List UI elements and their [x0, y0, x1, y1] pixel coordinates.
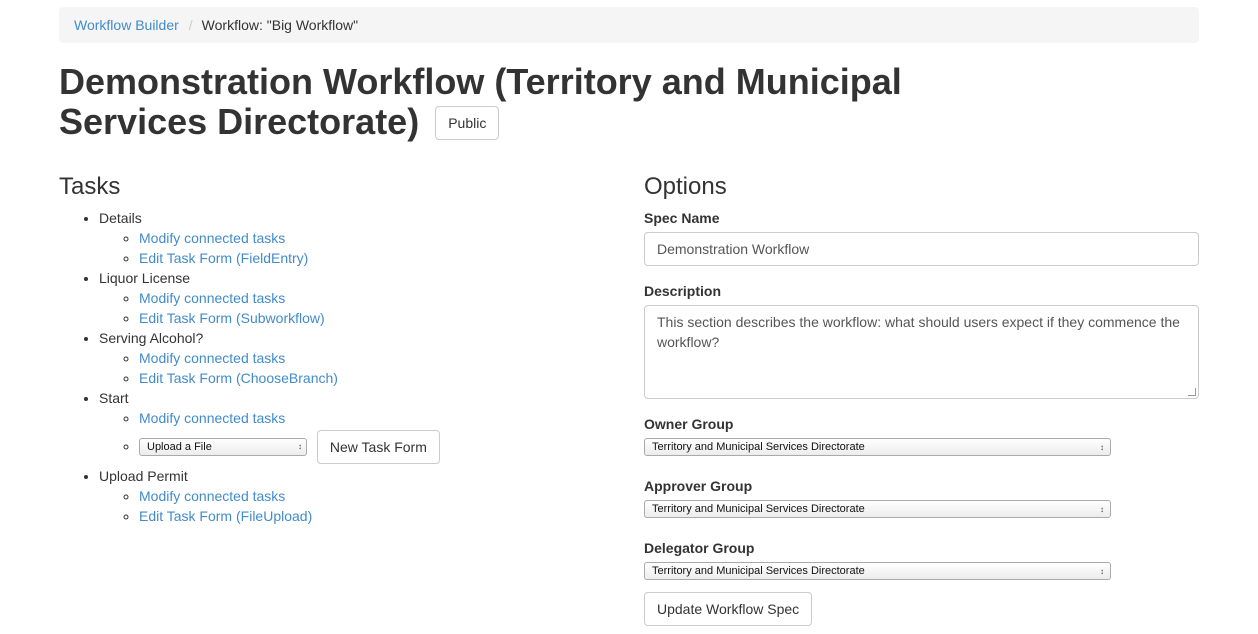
modify-connected-tasks-link[interactable]: Modify connected tasks — [139, 488, 285, 504]
approver-group-select[interactable]: Territory and Municipal Services Directo… — [644, 500, 1111, 518]
page-title: Demonstration Workflow (Territory and Mu… — [59, 62, 1059, 142]
updown-arrows-icon: ↕ — [298, 442, 302, 451]
updown-arrows-icon: ↕ — [1100, 504, 1104, 514]
approver-group-label: Approver Group — [644, 478, 753, 494]
edit-task-form-link[interactable]: Edit Task Form (ChooseBranch) — [139, 370, 338, 386]
breadcrumb-workflow-builder-link[interactable]: Workflow Builder — [74, 17, 179, 33]
edit-task-form-link[interactable]: Edit Task Form (Subworkflow) — [139, 310, 325, 326]
update-workflow-spec-button[interactable]: Update Workflow Spec — [644, 592, 813, 626]
task-name: Details — [99, 210, 142, 226]
task-name: Upload Permit — [99, 468, 188, 484]
modify-connected-tasks-link[interactable]: Modify connected tasks — [139, 410, 285, 426]
modify-connected-tasks-link[interactable]: Modify connected tasks — [139, 290, 285, 306]
task-item-start: Start Modify connected tasks Upload a Fi… — [99, 388, 619, 466]
approver-group-value: Territory and Municipal Services Directo… — [652, 503, 865, 515]
description-textarea[interactable]: This section describes the workflow: wha… — [644, 305, 1199, 399]
new-task-form-button[interactable]: New Task Form — [316, 430, 440, 464]
task-name: Serving Alcohol? — [99, 330, 204, 346]
tasks-heading: Tasks — [59, 173, 121, 200]
breadcrumb-current: Workflow: "Big Workflow" — [201, 17, 359, 33]
spec-name-input[interactable]: Demonstration Workflow — [644, 232, 1199, 266]
task-item-details: Details Modify connected tasks Edit Task… — [99, 208, 619, 268]
task-item-liquor-license: Liquor License Modify connected tasks Ed… — [99, 268, 619, 328]
options-heading: Options — [644, 173, 727, 200]
updown-arrows-icon: ↕ — [1100, 442, 1104, 452]
breadcrumb: Workflow Builder / Workflow: "Big Workfl… — [59, 7, 1199, 43]
modify-connected-tasks-link[interactable]: Modify connected tasks — [139, 230, 285, 246]
modify-connected-tasks-link[interactable]: Modify connected tasks — [139, 350, 285, 366]
spec-name-label: Spec Name — [644, 210, 720, 226]
owner-group-value: Territory and Municipal Services Directo… — [652, 441, 865, 453]
public-button[interactable]: Public — [435, 106, 500, 140]
options-panel: Options Spec Name Demonstration Workflow… — [644, 172, 1199, 626]
delegator-group-label: Delegator Group — [644, 540, 755, 556]
task-list: Details Modify connected tasks Edit Task… — [59, 208, 619, 526]
owner-group-label: Owner Group — [644, 416, 734, 432]
task-form-type-select[interactable]: Upload a File ↕ — [139, 438, 307, 456]
task-form-type-value: Upload a File — [147, 441, 212, 453]
edit-task-form-link[interactable]: Edit Task Form (FieldEntry) — [139, 250, 308, 266]
delegator-group-select[interactable]: Territory and Municipal Services Directo… — [644, 562, 1111, 580]
description-label: Description — [644, 283, 722, 299]
task-item-upload-permit: Upload Permit Modify connected tasks Edi… — [99, 466, 619, 526]
tasks-panel: Tasks Details Modify connected tasks Edi… — [59, 172, 619, 526]
task-item-serving-alcohol: Serving Alcohol? Modify connected tasks … — [99, 328, 619, 388]
breadcrumb-separator: / — [188, 17, 193, 33]
resize-grip-icon[interactable] — [1188, 388, 1196, 396]
delegator-group-value: Territory and Municipal Services Directo… — [652, 565, 865, 577]
task-name: Start — [99, 390, 129, 406]
edit-task-form-link[interactable]: Edit Task Form (FileUpload) — [139, 508, 312, 524]
description-text: This section describes the workflow: wha… — [657, 314, 1180, 350]
updown-arrows-icon: ↕ — [1100, 566, 1104, 576]
owner-group-select[interactable]: Territory and Municipal Services Directo… — [644, 438, 1111, 456]
task-name: Liquor License — [99, 270, 191, 286]
